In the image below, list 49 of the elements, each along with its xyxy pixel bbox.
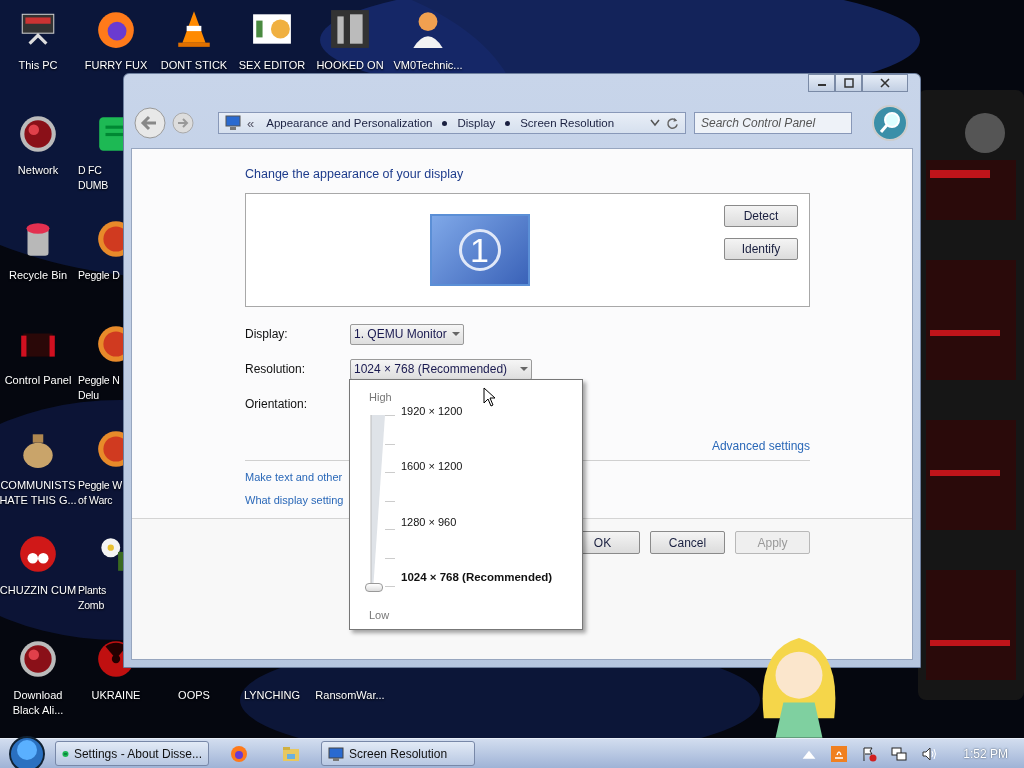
low-label: Low xyxy=(369,609,390,621)
search-field[interactable]: Search Control Panel xyxy=(694,112,852,134)
breadcrumb[interactable]: Screen Resolution xyxy=(520,117,615,129)
desktop-icon-label[interactable]: DONT STICK xyxy=(160,58,228,73)
monitor-tile[interactable]: 1 xyxy=(429,214,530,286)
dialog-button[interactable]: Cancel xyxy=(650,531,725,554)
help-link[interactable]: What display setting xyxy=(245,494,344,506)
resolution-option[interactable]: 1280 × 960 xyxy=(401,515,553,528)
dropdown[interactable]: 1024 × 768 (Recommended) xyxy=(350,358,532,380)
desktop-icon-label[interactable]: D FC DUMB xyxy=(77,163,109,193)
desktop-icon-label[interactable]: Download Black Ali... xyxy=(0,688,77,718)
help-link[interactable]: Make text and other xyxy=(245,471,343,483)
desktop-icon-label[interactable]: Peggle D xyxy=(77,268,120,283)
side-button[interactable]: Identify xyxy=(724,238,798,260)
desktop-icon-label[interactable]: VM0Technic... xyxy=(393,58,463,73)
desktop-icon-label[interactable]: HOOKED ON xyxy=(316,58,384,73)
desktop-icon-label[interactable]: Peggle W of Warc xyxy=(77,478,122,508)
desktop-icon-label[interactable]: OOPS xyxy=(178,688,210,703)
desktop-icon-label[interactable]: CHUZZIN CUM xyxy=(0,583,77,598)
address-bar[interactable]: « Appearance and Personalization Display Screen Resolution xyxy=(218,112,686,134)
side-button[interactable]: Detect xyxy=(724,205,798,227)
resolution-option[interactable]: 1920 × 1200 xyxy=(401,405,553,417)
desktop-icon-label[interactable]: Network xyxy=(17,163,59,178)
taskbar-button[interactable]: Screen Resolution xyxy=(321,741,475,766)
taskbar-button[interactable]: Settings - About Disse... xyxy=(55,741,209,766)
chevron[interactable]: « xyxy=(247,115,255,131)
desktop-icon-label[interactable]: Peggle N Delu xyxy=(77,373,120,403)
field-label: Resolution: xyxy=(245,362,307,376)
advanced-settings-link[interactable]: Advanced settings xyxy=(711,439,810,453)
desktop-icon-label[interactable]: FURRY FUX xyxy=(84,58,148,73)
page-heading: Change the appearance of your display xyxy=(245,167,465,181)
desktop-icon-label[interactable]: SEX EDITOR xyxy=(238,58,306,73)
breadcrumb[interactable]: Display xyxy=(457,117,496,129)
desktop-icon-label[interactable]: RansomWar... xyxy=(315,688,385,703)
field-label: Orientation: xyxy=(245,397,309,411)
desktop-icon-label[interactable]: Plants Zomb xyxy=(77,583,106,613)
dropdown[interactable]: 1. QEMU Monitor xyxy=(350,323,464,345)
resolution-option[interactable]: 1600 × 1200 xyxy=(401,460,553,473)
resolution-option[interactable]: 1024 × 768 (Recommended) xyxy=(401,571,553,583)
high-label: High xyxy=(369,391,392,403)
field-label: Display: xyxy=(245,327,289,341)
desktop-icon-label[interactable]: LYNCHING xyxy=(244,688,300,703)
desktop-icon-label[interactable]: Recycle Bin xyxy=(8,268,68,283)
desktop-icon-label[interactable]: This PC xyxy=(18,58,58,73)
breadcrumb[interactable]: Appearance and Personalization xyxy=(266,117,433,129)
desktop-icon-label[interactable]: Control Panel xyxy=(4,373,72,388)
monitor-number: 1 xyxy=(458,229,501,271)
desktop-icon-label[interactable]: COMMUNISTS HATE THIS G... xyxy=(0,478,77,508)
desktop-icon-label[interactable]: UKRAINE xyxy=(91,688,141,703)
